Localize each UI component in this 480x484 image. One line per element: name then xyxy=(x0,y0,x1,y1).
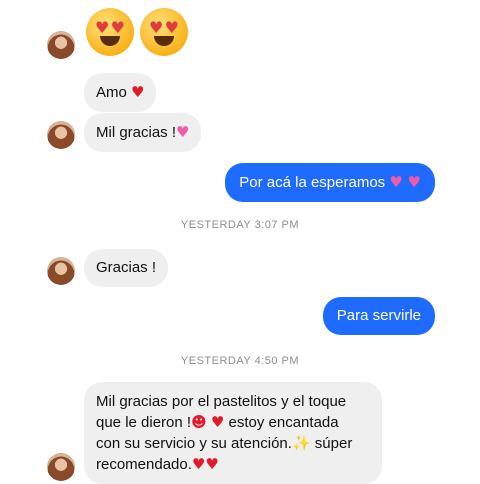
message-text: Mil gracias ! xyxy=(96,124,177,141)
sparkles-icon: ✨ xyxy=(291,434,311,452)
two-hearts-icon: ♥ ♥ xyxy=(389,173,421,191)
outgoing-message[interactable]: Por acá la esperamos ♥ ♥ xyxy=(225,163,435,202)
heart-eyes-emoji-icon: ☻ xyxy=(191,413,207,431)
message-text: Amo xyxy=(96,84,127,101)
sender-avatar[interactable] xyxy=(47,257,75,285)
message-line: Mil gracias por el pastelitos y el toque xyxy=(96,393,347,410)
red-heart-icon: ♥ xyxy=(131,83,145,101)
sender-avatar[interactable] xyxy=(47,121,75,149)
red-heart-icon: ♥ xyxy=(210,413,225,431)
heart-eyes-emoji-icon xyxy=(86,8,134,56)
incoming-message[interactable]: Gracias ! xyxy=(84,249,169,287)
message-text: Para servirle xyxy=(336,307,421,324)
incoming-message[interactable]: Mil gracias por el pastelitos y el toque… xyxy=(84,382,382,484)
outgoing-message[interactable]: Para servirle xyxy=(322,297,435,335)
sender-avatar[interactable] xyxy=(47,453,75,481)
sparkling-heart-icon: ♥ xyxy=(176,123,190,141)
incoming-message[interactable]: Mil gracias !♥ xyxy=(84,113,202,152)
big-emoji-message[interactable] xyxy=(86,8,188,56)
message-text: Gracias ! xyxy=(96,259,157,276)
incoming-message[interactable]: Amo ♥ xyxy=(84,73,157,112)
message-line: recomendado.♥♥ xyxy=(96,455,219,473)
red-heart-icon: ♥ xyxy=(191,455,206,473)
red-heart-icon: ♥ xyxy=(205,455,219,473)
message-line: que le dieron !☻ ♥ estoy encantada xyxy=(96,413,339,431)
heart-eyes-emoji-icon xyxy=(140,8,188,56)
timestamp: YESTERDAY 4:50 PM xyxy=(180,355,300,367)
message-text: Por acá la esperamos xyxy=(239,174,386,191)
message-line: con su servicio y su atención.✨ súper xyxy=(96,434,353,452)
sender-avatar[interactable] xyxy=(47,31,75,59)
timestamp: YESTERDAY 3:07 PM xyxy=(180,219,300,231)
